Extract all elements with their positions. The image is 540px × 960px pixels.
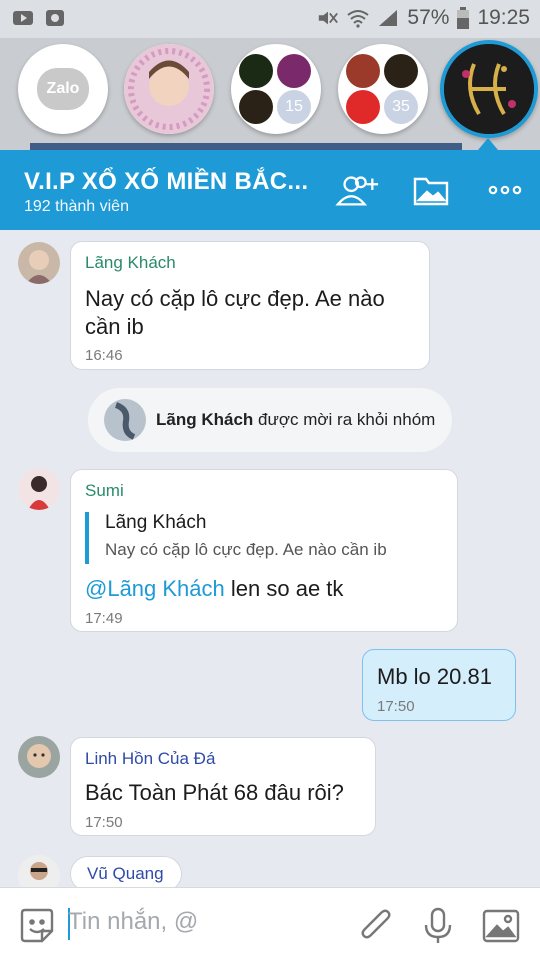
- active-group-avatar: [444, 44, 534, 134]
- group-title[interactable]: V.I.P XỔ XỐ MIỀN BẮC...: [24, 168, 308, 196]
- message-text-line: Nay có cặp lô cực đẹp. Ae nào: [85, 286, 385, 311]
- contact-photo-avatar: [124, 44, 214, 134]
- message-bubble[interactable]: Lãng Khách Nay có cặp lô cực đẹp. Ae nào…: [70, 241, 430, 370]
- message-bubble[interactable]: Sumi Lãng Khách Nay có cặp lô cực đẹp. A…: [70, 469, 458, 632]
- group2-more-badge: 35: [384, 90, 418, 124]
- mention-link[interactable]: @Lãng Khách: [85, 576, 225, 601]
- message-input[interactable]: Tin nhắn, @: [68, 908, 328, 942]
- group1-member-avatar: [239, 90, 273, 124]
- sender-name: Lãng Khách: [85, 253, 176, 272]
- message-text: len so ae tk: [224, 576, 344, 601]
- group1-member-avatar: [239, 54, 273, 88]
- composer-bar: Tin nhắn, @: [0, 887, 540, 960]
- quoted-message[interactable]: Lãng Khách Nay có cặp lô cực đẹp. Ae nào…: [85, 512, 435, 564]
- group1-member-avatar: [277, 54, 311, 88]
- add-member-button[interactable]: [334, 170, 380, 210]
- sender-name: Linh Hồn Của Đá: [85, 749, 216, 768]
- folder-image-icon: [413, 177, 449, 206]
- emoji-button[interactable]: [17, 906, 57, 946]
- group2-member-avatar: [346, 54, 380, 88]
- mute-icon: [319, 11, 339, 25]
- chathead-contact-photo[interactable]: [124, 44, 214, 134]
- more-dots-icon: [488, 185, 522, 195]
- voice-message-button[interactable]: [418, 906, 458, 946]
- message-text: Bác Toàn Phát 68 đâu rôi?: [85, 780, 344, 805]
- chathead-zalo[interactable]: Zalo: [18, 44, 108, 134]
- removed-member-avatar: [104, 399, 146, 441]
- message-bubble[interactable]: Linh Hồn Của Đá Bác Toàn Phát 68 đâu rôi…: [70, 737, 376, 836]
- send-photo-button[interactable]: [481, 906, 521, 946]
- active-chathead-pointer: [478, 138, 498, 150]
- youtube-notification-icon: [13, 11, 33, 25]
- settings-notification-icon: [46, 10, 64, 26]
- group2-member-avatar: [346, 90, 380, 124]
- quoted-sender: Lãng Khách: [105, 512, 207, 533]
- sticker-emoji-icon: [20, 908, 54, 943]
- chathead-group-2[interactable]: 35: [338, 44, 428, 134]
- clock: 19:25: [477, 6, 530, 29]
- my-message-bubble[interactable]: Mb lo 20.81 17:50: [362, 649, 516, 721]
- sender-avatar[interactable]: [18, 242, 60, 284]
- message-time: 17:50: [377, 698, 415, 715]
- paperclip-icon: [361, 909, 391, 939]
- member-count[interactable]: 192 thành viên: [24, 198, 129, 216]
- sender-avatar[interactable]: [18, 736, 60, 778]
- message-time: 16:46: [85, 347, 123, 364]
- battery-icon: [457, 7, 470, 29]
- attach-file-button[interactable]: [356, 906, 396, 946]
- zalo-logo: Zalo: [37, 68, 89, 110]
- system-text: được mời ra khỏi nhóm: [253, 410, 436, 429]
- message-text-line: cần ib: [85, 314, 144, 339]
- message-time: 17:50: [85, 814, 123, 831]
- signal-icon: [379, 10, 398, 26]
- sender-name: Sumi: [85, 481, 124, 500]
- sender-name: Vũ Quang: [87, 864, 164, 883]
- media-folder-button[interactable]: [408, 170, 454, 210]
- message-text: Mb lo 20.81: [377, 664, 492, 689]
- image-icon: [482, 909, 520, 943]
- battery-percent: 57%: [407, 6, 450, 29]
- status-bar: 57% 19:25: [0, 0, 540, 38]
- chat-header: V.I.P XỔ XỐ MIỀN BẮC... 192 thành viên: [0, 150, 540, 230]
- quoted-text: Nay có cặp lô cực đẹp. Ae nào cần ib: [105, 540, 387, 559]
- sender-avatar[interactable]: [18, 468, 60, 510]
- more-options-button[interactable]: [482, 170, 528, 210]
- system-notice: Lãng Khách được mời ra khỏi nhóm: [88, 388, 452, 452]
- chathead-active-group[interactable]: [440, 40, 538, 138]
- group1-more-badge: 15: [277, 90, 311, 124]
- add-member-icon: [335, 176, 379, 206]
- microphone-icon: [424, 907, 452, 943]
- wifi-icon: [347, 10, 370, 28]
- group2-member-avatar: [384, 54, 418, 88]
- message-time: 17:49: [85, 610, 123, 627]
- chathead-group-1[interactable]: 15: [231, 44, 321, 134]
- system-member-name: Lãng Khách: [156, 410, 254, 429]
